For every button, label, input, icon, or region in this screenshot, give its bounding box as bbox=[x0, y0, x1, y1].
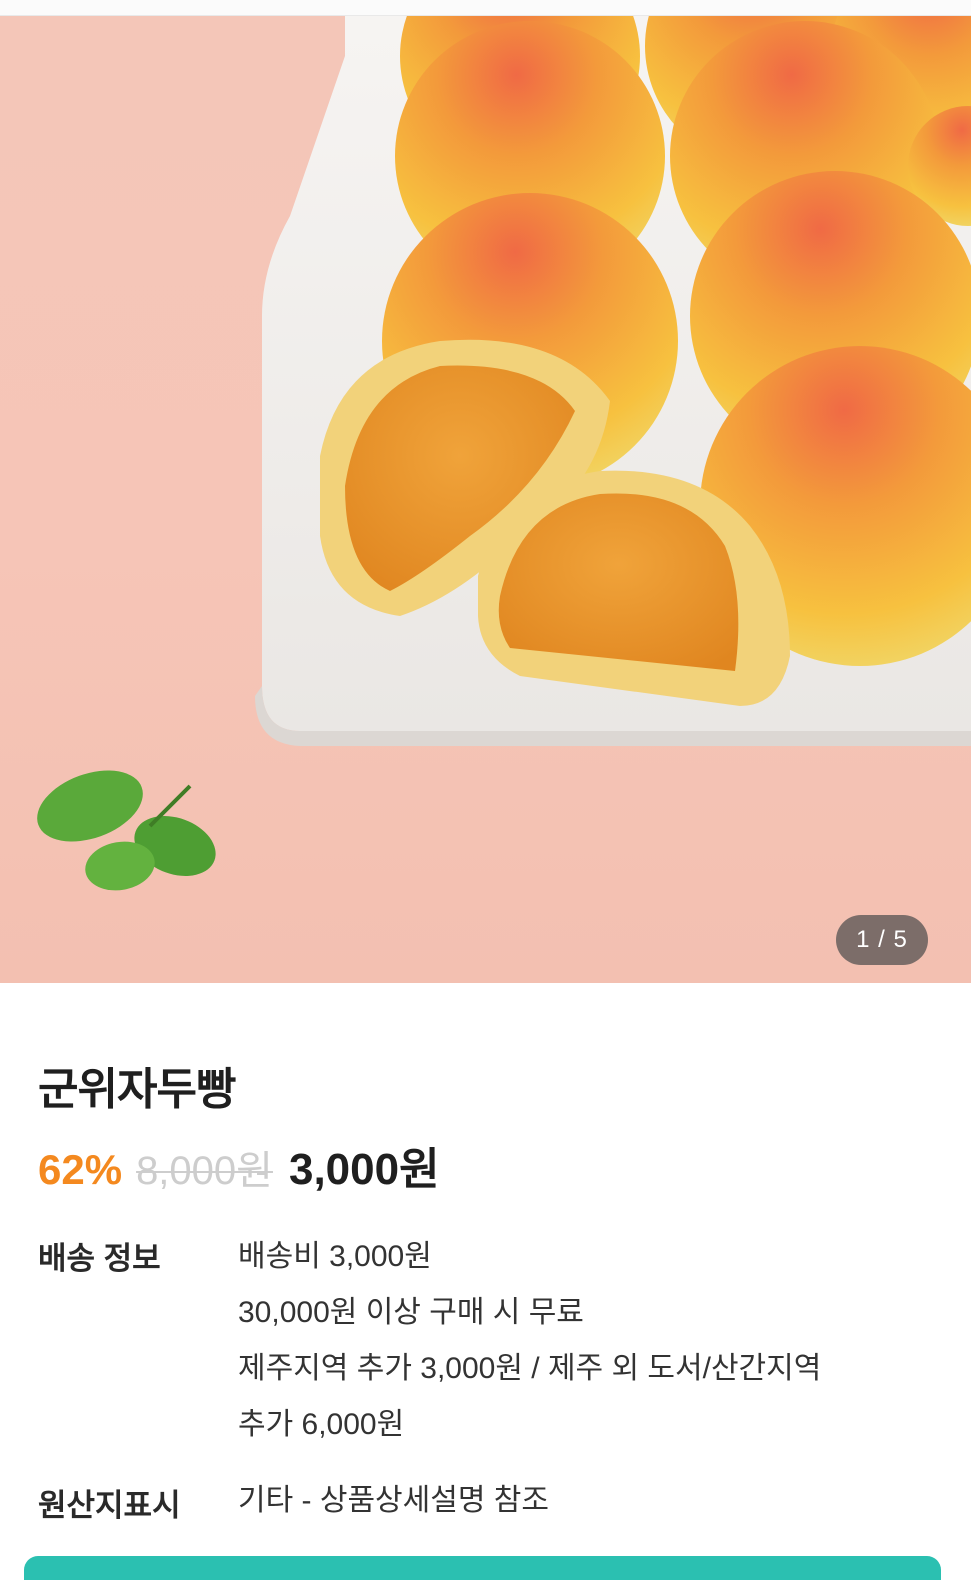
origin-label: 원산지표시 bbox=[38, 1488, 181, 1523]
product-photo bbox=[37, 16, 971, 891]
product-image-gallery[interactable]: 1 / 5 bbox=[0, 16, 971, 983]
price-row: 62% 8,000원 3,000원 bbox=[38, 1133, 440, 1197]
shipping-line: 추가 6,000원 bbox=[238, 1408, 405, 1441]
purchase-button[interactable] bbox=[24, 1556, 941, 1580]
product-info: 군위자두빵 62% 8,000원 3,000원 배송 정보 배송비 3,000원… bbox=[0, 983, 971, 1580]
original-price: 8,000원 bbox=[136, 1149, 273, 1193]
shipping-line: 배송비 3,000원 bbox=[238, 1240, 432, 1273]
shipping-info-value: 배송비 3,000원 30,000원 이상 구매 시 무료 제주지역 추가 3,… bbox=[238, 1229, 821, 1453]
shipping-line: 제주지역 추가 3,000원 / 제주 외 도서/산간지역 bbox=[238, 1352, 822, 1385]
discount-rate: 62% bbox=[38, 1146, 123, 1193]
top-strip bbox=[0, 0, 971, 16]
image-page-counter: 1 / 5 bbox=[836, 915, 928, 965]
origin-value: 기타 - 상품상세설명 참조 bbox=[238, 1484, 549, 1517]
product-title: 군위자두빵 bbox=[38, 1065, 236, 1114]
sale-price: 3,000원 bbox=[288, 1145, 440, 1194]
shipping-info-label: 배송 정보 bbox=[38, 1241, 161, 1276]
shipping-line: 30,000원 이상 구매 시 무료 bbox=[238, 1296, 584, 1329]
